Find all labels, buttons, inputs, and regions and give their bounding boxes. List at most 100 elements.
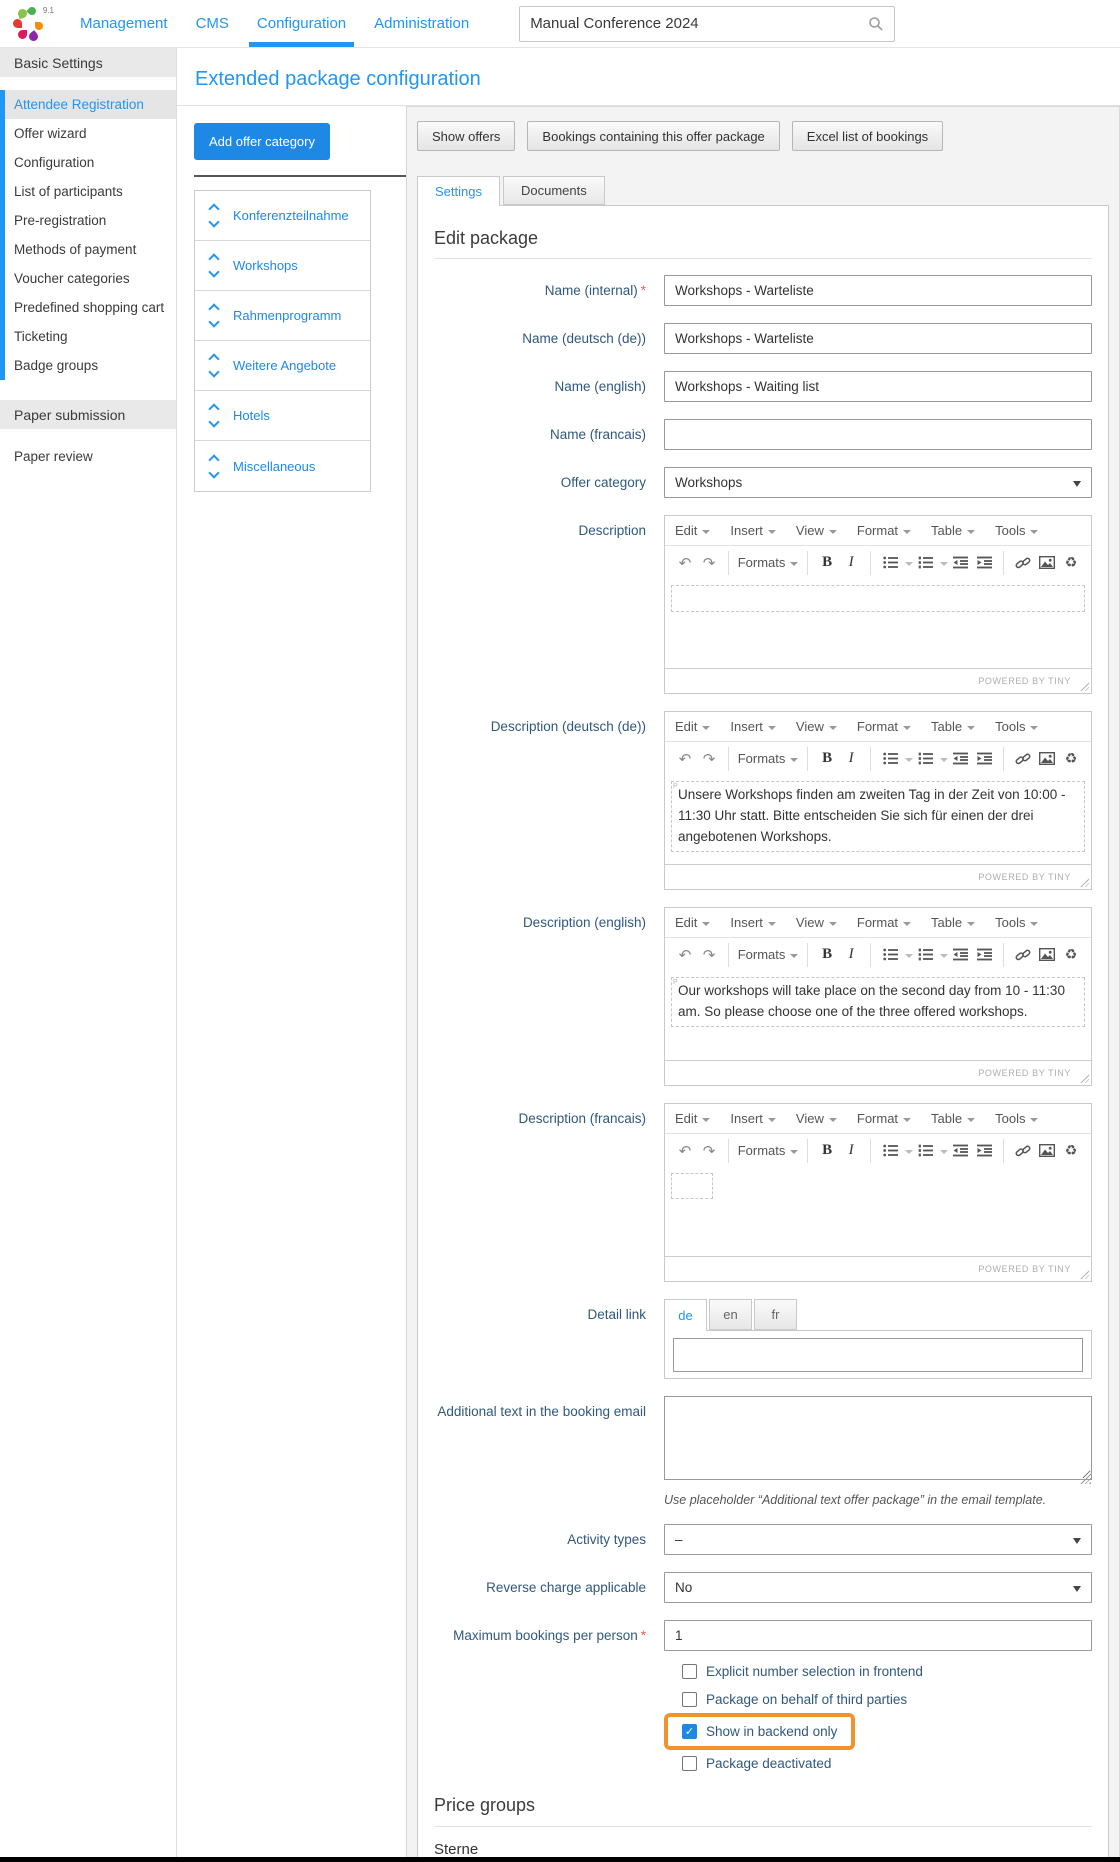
undo-icon[interactable]: ↶ [673,550,697,576]
outdent-icon[interactable] [948,942,972,968]
bullet-list-icon[interactable] [878,1138,902,1164]
detail-link-input[interactable] [673,1338,1083,1372]
resize-grip[interactable] [1079,681,1089,691]
checkbox-show-in-backend-only[interactable]: ✓ [682,1724,697,1739]
booking-email-textarea[interactable] [664,1396,1092,1480]
select-dropdown[interactable]: No [664,1572,1092,1603]
move-up-icon[interactable] [208,453,220,466]
bullet-list-icon[interactable] [878,550,902,576]
numbered-list-icon[interactable] [913,1138,937,1164]
resize-grip[interactable] [1079,1269,1089,1279]
bold-icon[interactable]: B [815,1138,839,1164]
editor-menu-view[interactable]: View [796,915,837,930]
link-icon[interactable] [1011,1138,1035,1164]
editor-content[interactable] [665,579,1091,668]
sidebar-item-predefined-shopping-cart[interactable]: Predefined shopping cart [5,293,176,322]
move-up-icon[interactable] [208,303,220,315]
editor-menu-view[interactable]: View [796,1111,837,1126]
sidebar-item-voucher-categories[interactable]: Voucher categories [5,264,176,293]
indent-icon[interactable] [972,550,996,576]
move-up-icon[interactable] [208,403,220,415]
detail-link-tab-en[interactable]: en [709,1299,752,1330]
move-down-icon[interactable] [208,266,220,278]
offer-category-link[interactable]: Konferenzteilnahme [233,208,349,223]
indent-icon[interactable] [972,1138,996,1164]
detail-link-tab-fr[interactable]: fr [754,1299,797,1330]
editor-menu-view[interactable]: View [796,523,837,538]
nav-item-cms[interactable]: CMS [182,0,243,47]
editor-content[interactable]: P Our workshops will take place on the se… [665,971,1091,1060]
max-bookings-input[interactable] [664,1620,1092,1651]
numbered-list-icon[interactable] [913,746,937,772]
editor-menu-insert[interactable]: Insert [730,719,776,734]
sidebar-item-attendee-registration[interactable]: Attendee Registration [5,90,176,119]
editor-menu-insert[interactable]: Insert [730,915,776,930]
indent-icon[interactable] [972,942,996,968]
offer-category-select[interactable]: Workshops [664,467,1092,498]
paragraph-block[interactable] [671,1173,713,1199]
bullet-list-icon[interactable] [878,942,902,968]
move-up-icon[interactable] [208,253,220,265]
editor-menu-insert[interactable]: Insert [730,1111,776,1126]
italic-icon[interactable]: I [839,550,863,576]
offer-category-link[interactable]: Weitere Angebote [233,358,336,373]
bold-icon[interactable]: B [815,746,839,772]
sidebar-item-list-of-participants[interactable]: List of participants [5,177,176,206]
action-button-2[interactable]: Excel list of bookings [791,121,944,151]
checkbox-package-on-behalf-of-third-parties[interactable] [682,1692,697,1707]
offer-category-link[interactable]: Workshops [233,258,298,273]
sidebar-item-ticketing[interactable]: Ticketing [5,322,176,351]
conference-search[interactable]: Manual Conference 2024 [519,5,896,42]
fullscreen-icon[interactable]: ♻ [1059,550,1083,576]
search-icon[interactable] [868,16,884,32]
move-down-icon[interactable] [208,466,220,479]
editor-menu-format[interactable]: Format [857,915,912,930]
detail-link-tab-de[interactable]: de [664,1299,707,1331]
nav-item-management[interactable]: Management [66,0,182,47]
undo-icon[interactable]: ↶ [673,746,697,772]
move-up-icon[interactable] [208,203,220,215]
image-icon[interactable] [1035,1138,1059,1164]
fullscreen-icon[interactable]: ♻ [1059,746,1083,772]
outdent-icon[interactable] [948,550,972,576]
editor-menu-edit[interactable]: Edit [675,523,711,538]
editor-menu-tools[interactable]: Tools [995,1111,1039,1126]
image-icon[interactable] [1035,550,1059,576]
price-group-row[interactable]: Sterne [434,1841,1092,1858]
offer-category-link[interactable]: Hotels [233,408,270,423]
editor-menu-table[interactable]: Table [931,523,976,538]
nav-item-configuration[interactable]: Configuration [243,0,360,47]
editor-menu-format[interactable]: Format [857,523,912,538]
sidebar-item-badge-groups[interactable]: Badge groups [5,351,176,380]
fullscreen-icon[interactable]: ♻ [1059,1138,1083,1164]
select-dropdown[interactable]: – [664,1524,1092,1555]
sidebar-item-offer-wizard[interactable]: Offer wizard [5,119,176,148]
numbered-list-icon[interactable] [913,942,937,968]
outdent-icon[interactable] [948,746,972,772]
move-down-icon[interactable] [208,316,220,328]
editor-menu-edit[interactable]: Edit [675,915,711,930]
bold-icon[interactable]: B [815,550,839,576]
editor-menu-tools[interactable]: Tools [995,915,1039,930]
move-down-icon[interactable] [208,366,220,378]
editor-menu-table[interactable]: Table [931,1111,976,1126]
editor-menu-edit[interactable]: Edit [675,719,711,734]
formats-dropdown[interactable]: Formats [736,1138,800,1164]
text-input[interactable] [664,275,1092,306]
image-icon[interactable] [1035,746,1059,772]
paragraph-block[interactable] [671,585,1085,612]
redo-icon[interactable]: ↷ [697,942,721,968]
editor-menu-tools[interactable]: Tools [995,523,1039,538]
redo-icon[interactable]: ↷ [697,550,721,576]
editor-menu-edit[interactable]: Edit [675,1111,711,1126]
offer-category-link[interactable]: Rahmenprogramm [233,308,341,323]
editor-menu-insert[interactable]: Insert [730,523,776,538]
undo-icon[interactable]: ↶ [673,942,697,968]
link-icon[interactable] [1011,550,1035,576]
link-icon[interactable] [1011,942,1035,968]
formats-dropdown[interactable]: Formats [736,746,800,772]
text-input[interactable] [664,323,1092,354]
add-offer-category-button[interactable]: Add offer category [194,123,330,160]
redo-icon[interactable]: ↷ [697,746,721,772]
bold-icon[interactable]: B [815,942,839,968]
